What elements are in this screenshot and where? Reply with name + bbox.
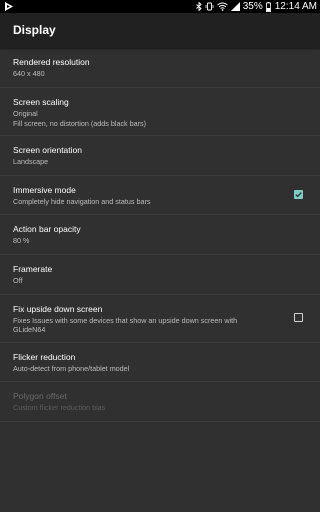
pref-summary: Landscape [13,157,49,166]
pref-title: Flicker reduction [13,352,76,362]
pref-summary: Original [13,109,38,118]
pref-screen-scaling[interactable]: Screen scaling Original Fill screen, no … [0,88,320,136]
app-bar: Display [0,13,320,48]
status-bar: 35% 12:14 AM [0,0,320,13]
pref-screen-orientation[interactable]: Screen orientation Landscape [0,136,320,176]
clock: 12:14 AM [274,1,317,12]
pref-summary-line2: GLideN64 [13,325,46,334]
pref-rendered-resolution[interactable]: Rendered resolution 640 x 480 [0,48,320,88]
checkmark-icon [295,192,302,198]
battery-percentage: 35% [242,1,263,12]
bluetooth-icon [195,2,202,11]
wifi-icon [216,2,228,11]
pref-summary: Completely hide navigation and status ba… [13,197,151,206]
pref-title: Framerate [13,264,53,274]
immersive-mode-checkbox[interactable] [294,190,303,199]
pref-title: Screen scaling [13,97,69,107]
pref-title: Rendered resolution [13,57,90,67]
pref-title: Immersive mode [13,185,76,195]
pref-title: Screen orientation [13,145,82,155]
preference-list: Rendered resolution 640 x 480 Screen sca… [0,48,320,422]
signal-icon [230,2,240,11]
battery-icon [265,1,271,12]
pref-summary: Auto-detect from phone/tablet model [13,364,130,373]
pref-title: Polygon offset [13,391,67,401]
page-title: Display [13,23,56,37]
pref-summary: Off [13,276,23,285]
pref-fix-upside-down-screen[interactable]: Fix upside down screen Fixes Issues with… [0,295,320,343]
pref-summary: Custom flicker reduction bias [13,403,106,412]
pref-framerate[interactable]: Framerate Off [0,255,320,295]
fix-upside-down-checkbox[interactable] [294,313,303,322]
pref-polygon-offset: Polygon offset Custom flicker reduction … [0,382,320,422]
pref-action-bar-opacity[interactable]: Action bar opacity 80 % [0,215,320,255]
pref-flicker-reduction[interactable]: Flicker reduction Auto-detect from phone… [0,343,320,382]
pref-title: Action bar opacity [13,224,81,234]
pref-summary-line2: Fill screen, no distortion (adds black b… [13,119,147,128]
pref-title: Fix upside down screen [13,304,103,314]
play-store-notification-icon [5,2,13,11]
pref-summary: 640 x 480 [13,69,45,78]
pref-immersive-mode[interactable]: Immersive mode Completely hide navigatio… [0,176,320,215]
pref-summary: 80 % [13,236,30,245]
vibrate-icon [205,2,214,11]
